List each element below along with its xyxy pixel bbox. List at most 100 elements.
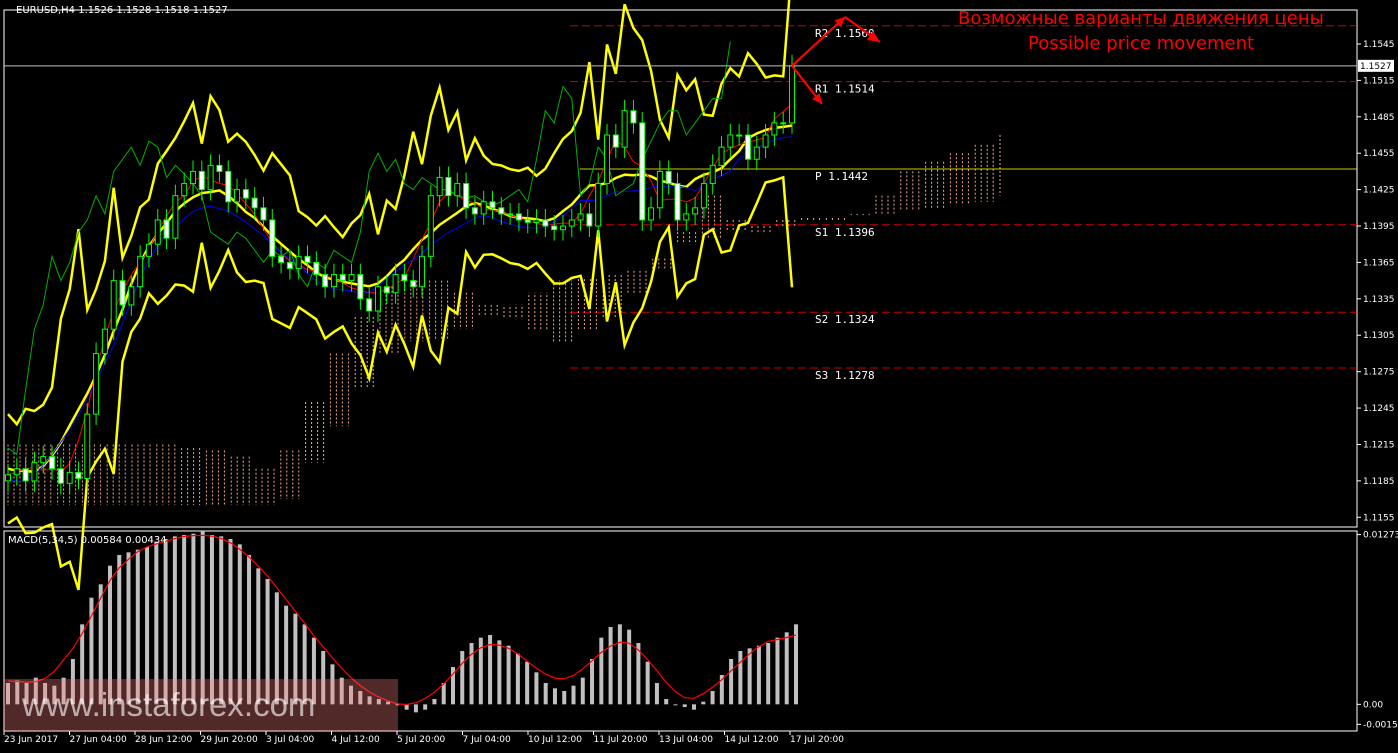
macd-title: MACD(5,34,5) 0.00584 0.00434 <box>8 535 167 546</box>
macd-bar <box>552 688 557 705</box>
candle-body <box>639 122 646 221</box>
candle-body <box>410 280 417 288</box>
macd-y-tick-label: 0.01273 <box>1363 531 1398 541</box>
bollinger-lower <box>7 175 794 591</box>
x-tick-label: 28 Jun 12:00 <box>135 735 192 745</box>
candle-body <box>436 176 443 197</box>
macd-bar <box>645 661 650 705</box>
candle-body <box>84 413 91 479</box>
y-tick-label: 1.1335 <box>1363 295 1395 305</box>
macd-bar <box>590 659 595 705</box>
macd-bar <box>534 672 539 705</box>
watermark: www.instaforex.com <box>22 686 316 723</box>
candles <box>5 54 795 495</box>
candle-body <box>93 352 100 415</box>
macd-bar <box>562 691 567 705</box>
candle-body <box>278 255 285 263</box>
macd-bar <box>617 624 622 705</box>
candle-body <box>648 207 655 221</box>
macd-y-tick-label: -0.0015 <box>1363 720 1398 730</box>
y-tick-label: 1.1275 <box>1363 368 1395 378</box>
y-tick-label: 1.1305 <box>1363 331 1395 341</box>
y-tick-label: 1.1185 <box>1363 477 1395 487</box>
candle-body <box>22 468 29 482</box>
candle-body <box>110 280 117 330</box>
pivot-label-p: P 1.1442 <box>815 170 868 183</box>
candle-body <box>630 110 637 124</box>
x-tick-label: 3 Jul 04:00 <box>266 735 315 745</box>
candle-body <box>727 134 734 148</box>
candle-body <box>533 219 540 223</box>
arrow-up <box>791 16 846 67</box>
candle-body <box>216 164 223 172</box>
macd-bar <box>497 640 502 705</box>
macd-bar <box>654 683 659 705</box>
macd-y-tick-label: 0.00 <box>1363 700 1383 710</box>
candle-body <box>524 219 531 223</box>
candle-body <box>683 213 690 221</box>
current-price-label: 1.1527 <box>1360 62 1392 72</box>
candle-body <box>101 328 108 354</box>
candle-body <box>542 219 549 227</box>
tenkan-sen <box>7 103 793 476</box>
candle-body <box>137 255 144 288</box>
candle-body <box>789 65 795 124</box>
candle-body <box>700 183 707 209</box>
macd-bar <box>627 629 632 705</box>
macd-bar <box>525 661 530 705</box>
candle-body <box>322 274 329 288</box>
candle-body <box>551 225 558 231</box>
candle-body <box>665 170 672 185</box>
macd-bar <box>775 637 780 705</box>
candle-body <box>753 146 760 160</box>
candle-body <box>656 170 663 209</box>
candle-body <box>13 468 20 476</box>
macd-bar <box>608 627 613 705</box>
candle-body <box>498 207 505 215</box>
x-tick-label: 17 Jul 20:00 <box>790 735 844 745</box>
macd-bar <box>682 704 687 707</box>
macd-bar <box>432 699 437 705</box>
symbol-label: EURUSD,H4 <box>16 5 76 16</box>
candle-body <box>163 219 170 239</box>
macd-bar <box>404 704 409 710</box>
pivot-label-s2: S2 1.1324 <box>815 313 875 326</box>
candle-body <box>234 189 241 203</box>
candle-body <box>366 298 373 312</box>
candle-body <box>260 207 267 221</box>
candle-body <box>181 183 188 197</box>
macd-bar <box>784 632 789 705</box>
candle-body <box>128 286 135 306</box>
candle-body <box>709 164 716 185</box>
candle-body <box>780 122 787 125</box>
candle-body <box>604 134 611 185</box>
y-tick-label: 1.1545 <box>1363 40 1395 50</box>
candle-body <box>568 219 575 227</box>
y-tick-label: 1.1215 <box>1363 440 1395 450</box>
x-tick-label: 4 Jul 12:00 <box>332 735 381 745</box>
candle-body <box>189 170 196 185</box>
candle-body <box>489 201 496 209</box>
candle-body <box>49 456 56 470</box>
x-tick-label: 5 Jul 20:00 <box>397 735 446 745</box>
macd-bar <box>729 659 734 705</box>
macd-bar <box>413 704 418 713</box>
candle-body <box>559 225 566 231</box>
pivot-label-s1: S1 1.1396 <box>815 226 875 239</box>
macd-bar <box>580 677 585 705</box>
candle-body <box>401 274 408 282</box>
macd-bar <box>710 691 715 705</box>
macd-bar <box>692 704 697 710</box>
candle-body <box>463 183 470 209</box>
y-tick-label: 1.1515 <box>1363 76 1395 86</box>
chart-title: EURUSD,H4 1.1526 1.1528 1.1518 1.1527 <box>16 5 228 16</box>
ohlc-label: 1.1526 1.1528 1.1518 1.1527 <box>78 5 228 16</box>
chart-svg: 1.1545 1.1515 1.1485 1.1455 1.1425 1.1395 1.13… <box>3 0 1398 745</box>
candle-body <box>40 456 47 464</box>
annotation-ru: Возможные варианты движения цены <box>958 8 1324 29</box>
candle-body <box>577 213 584 221</box>
candle-body <box>66 471 73 484</box>
x-tick-label: 11 Jul 20:00 <box>594 735 648 745</box>
macd-bar <box>441 683 446 705</box>
chikou-span <box>7 41 731 456</box>
